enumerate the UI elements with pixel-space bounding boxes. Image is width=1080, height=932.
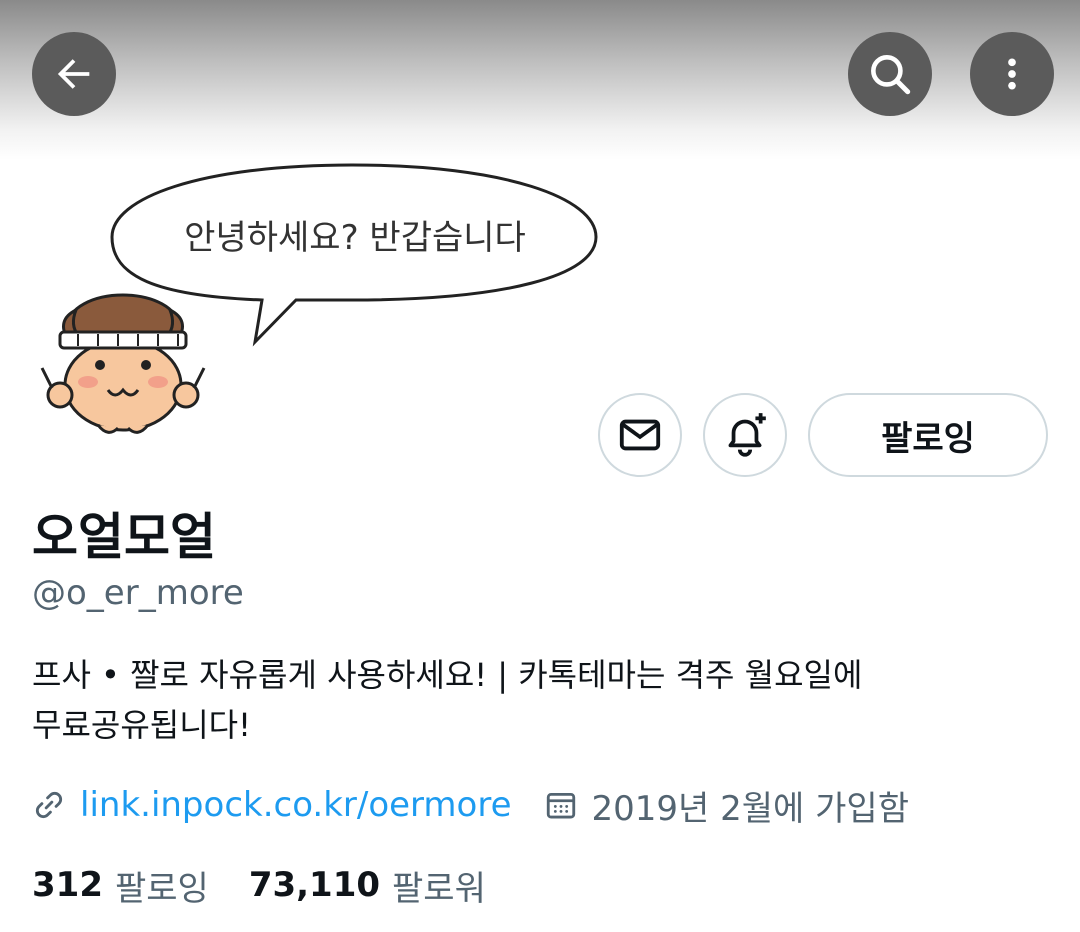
speech-bubble-text: 안녕하세요? 반갑습니다	[184, 218, 526, 258]
more-vertical-icon	[1008, 58, 1016, 90]
message-button[interactable]	[598, 393, 682, 477]
notifications-button[interactable]	[703, 393, 787, 477]
join-date: 2019년 2월에 가입함	[591, 788, 909, 829]
following-stat[interactable]: 312 팔로잉	[32, 861, 209, 910]
followers-label: 팔로워	[392, 868, 486, 909]
user-handle: @o_er_more	[32, 573, 244, 613]
link-icon	[32, 788, 66, 822]
bell-plus-icon	[728, 413, 766, 457]
display-name: 오얼모얼	[32, 508, 216, 566]
bio-line: 무료공유됩니다!	[32, 706, 251, 744]
back-button[interactable]	[32, 32, 116, 116]
calendar-icon	[544, 788, 578, 822]
more-options-button[interactable]	[970, 32, 1054, 116]
bio-line: 프사 • 짤로 자유롭게 사용하세요! | 카톡테마는 격주 월요일에	[32, 656, 863, 694]
envelope-icon	[619, 419, 661, 451]
search-icon	[871, 55, 911, 95]
followers-count: 73,110	[248, 865, 381, 905]
avatar[interactable]	[38, 290, 208, 440]
profile-link[interactable]: link.inpock.co.kr/oermore	[80, 785, 512, 825]
bio: 프사 • 짤로 자유롭게 사용하세요! | 카톡테마는 격주 월요일에 무료공유…	[32, 650, 1032, 750]
follow-stats: 312 팔로잉 73,110 팔로워	[32, 860, 526, 910]
following-button[interactable]: 팔로잉	[808, 393, 1048, 477]
search-button[interactable]	[848, 32, 932, 116]
following-label: 팔로잉	[114, 868, 209, 909]
followers-stat[interactable]: 73,110 팔로워	[249, 861, 486, 910]
profile-meta: link.inpock.co.kr/oermore 2019년 2월에 가입함	[32, 780, 909, 830]
arrow-left-icon	[57, 59, 90, 89]
following-count: 312	[32, 865, 103, 905]
